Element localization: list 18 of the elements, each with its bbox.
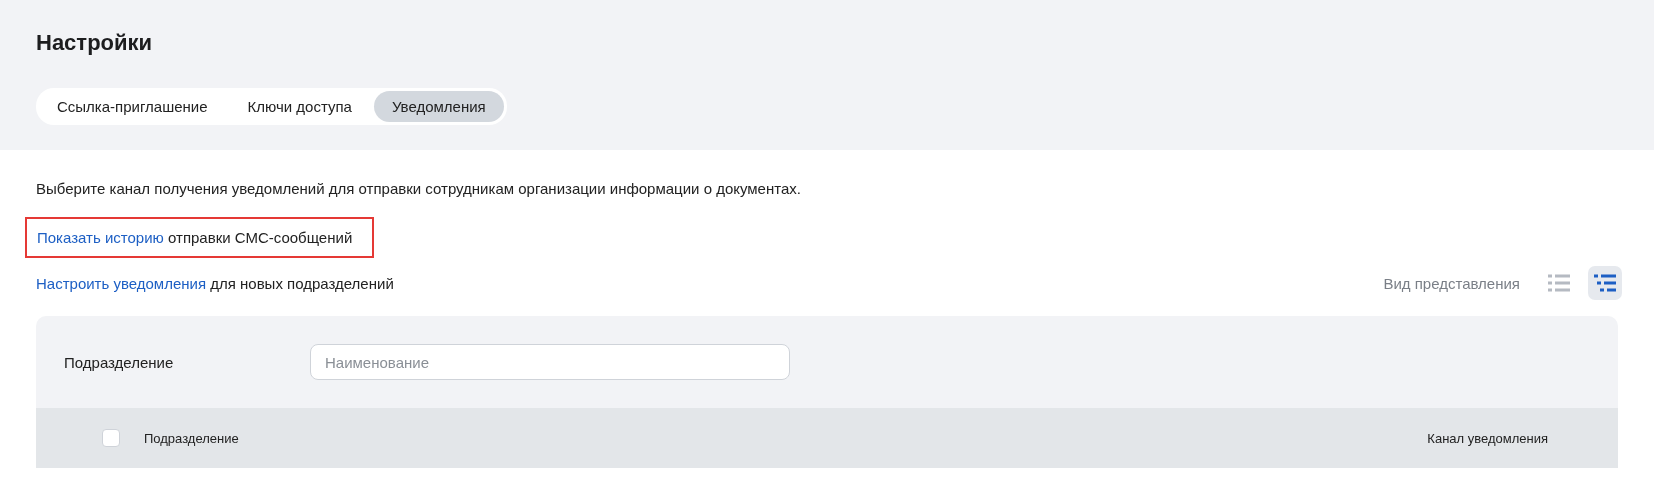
view-label: Вид представления [1383,274,1520,292]
tab[interactable]: Ссылка-приглашение [39,91,226,122]
column-header: Канал уведомления [1427,430,1548,446]
list-icon [1548,273,1570,293]
name-field[interactable]: Наименование [310,344,790,380]
tab[interactable]: Ключи доступа [229,91,370,122]
tree-list-icon [1594,273,1616,293]
tab[interactable]: Уведомления [373,91,504,122]
column-header: Подразделение [144,430,239,446]
page-title: Настройки [36,30,154,57]
settings-link[interactable]: Настроить уведомления [36,274,207,292]
checkbox[interactable] [102,429,120,447]
settings-text: для новых подразделений [210,274,394,292]
filter-label: Подразделение [64,353,175,371]
view-toggle[interactable] [1588,266,1622,300]
history-text: отправки СМС-сообщений [168,229,353,246]
description-text: Выберите канал получения уведомлений для отправки сотрудникам организации информации о документах. [36,180,802,199]
history-link[interactable]: Показать историю [37,229,164,246]
